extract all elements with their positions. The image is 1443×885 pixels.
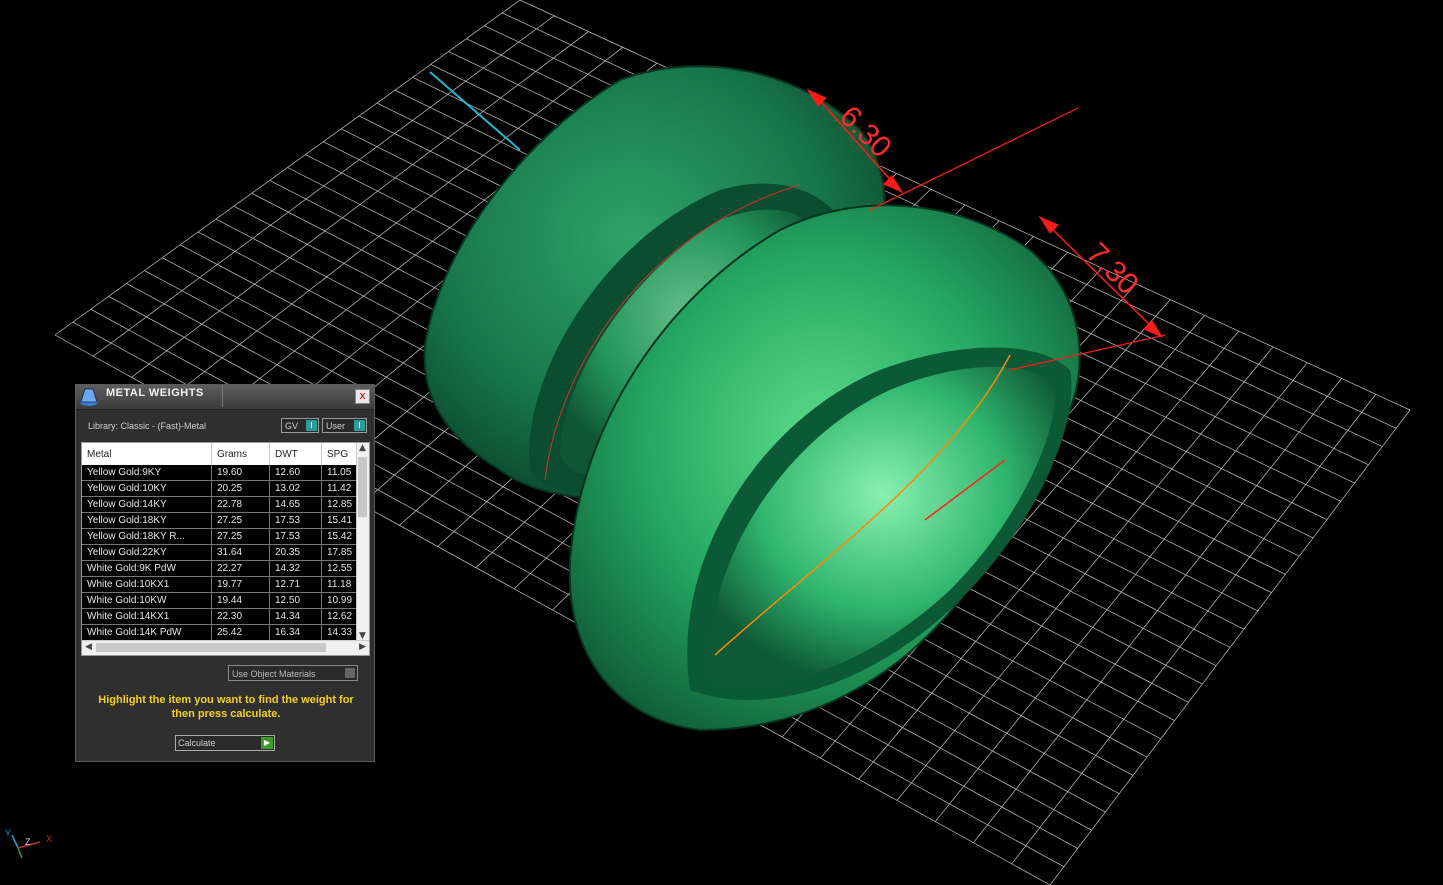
cell-metal: White Gold:14K PdW: [82, 624, 212, 641]
metal-weights-panel: METAL WEIGHTS x Library: Classic - (Fast…: [75, 384, 375, 762]
cell-grams: 27.25: [211, 528, 270, 545]
column-header-dwt[interactable]: DWT: [269, 443, 322, 465]
axis-label-y: Y: [5, 828, 11, 838]
scroll-left-icon[interactable]: ◀: [85, 642, 92, 652]
scroll-up-icon[interactable]: ▲: [359, 443, 366, 453]
user-toggle-icon: I: [354, 420, 365, 431]
dimension-label-2: 7.30: [1080, 237, 1145, 302]
cell-spg: 14.33: [321, 624, 358, 641]
cell-grams: 19.44: [211, 592, 270, 609]
cell-grams: 22.30: [211, 608, 270, 625]
cell-spg: 15.41: [321, 512, 358, 529]
checkbox-icon: [345, 668, 355, 678]
column-header-spg[interactable]: SPG: [321, 443, 358, 465]
cell-grams: 22.27: [211, 560, 270, 577]
cell-metal: Yellow Gold:18KY R...: [82, 528, 212, 545]
column-header-grams[interactable]: Grams: [211, 443, 270, 465]
axis-label-z: Z: [25, 837, 31, 847]
title-tab-divider: [222, 385, 367, 407]
metal-table[interactable]: Metal Grams DWT SPG Yellow Gold:9KY 19.60…: [81, 442, 370, 656]
cell-dwt: 17.53: [269, 512, 322, 529]
table-row[interactable]: Yellow Gold:10KY 20.25 13.02 11.42: [82, 480, 358, 497]
cell-spg: 17.85: [321, 544, 358, 561]
cell-metal: White Gold:10KW: [82, 592, 212, 609]
cell-grams: 27.25: [211, 512, 270, 529]
table-row[interactable]: White Gold:10KX1 19.77 12.71 11.18: [82, 576, 358, 593]
cell-dwt: 17.53: [269, 528, 322, 545]
table-row[interactable]: Yellow Gold:9KY 19.60 12.60 11.05: [82, 465, 358, 481]
horizontal-scroll-thumb[interactable]: [96, 643, 326, 652]
cell-grams: 31.64: [211, 544, 270, 561]
cell-dwt: 14.32: [269, 560, 322, 577]
cell-metal: Yellow Gold:22KY: [82, 544, 212, 561]
cell-spg: 15.42: [321, 528, 358, 545]
calculate-label: Calculate: [178, 738, 216, 748]
gv-label: GV: [285, 421, 299, 431]
cell-metal: White Gold:14KX1: [82, 608, 212, 625]
cell-dwt: 16.34: [269, 624, 322, 641]
close-button[interactable]: x: [355, 389, 370, 404]
cell-grams: 19.60: [211, 465, 270, 481]
cell-grams: 20.25: [211, 480, 270, 497]
gv-toggle-icon: I: [306, 420, 317, 431]
cyan-axis-line: [429, 71, 521, 151]
cell-grams: 25.42: [211, 624, 270, 641]
table-row[interactable]: White Gold:9K PdW 22.27 14.32 12.55: [82, 560, 358, 577]
axis-indicator: Y Z X: [5, 828, 52, 859]
play-icon: ▶: [261, 737, 273, 749]
user-label: User: [326, 421, 346, 431]
table-row[interactable]: Yellow Gold:22KY 31.64 20.35 17.85: [82, 544, 358, 561]
cell-spg: 11.05: [321, 465, 358, 481]
cell-metal: White Gold:9K PdW: [82, 560, 212, 577]
axis-label-x: X: [46, 834, 52, 844]
cell-dwt: 12.50: [269, 592, 322, 609]
cell-metal: Yellow Gold:18KY: [82, 512, 212, 529]
instruction-text: Highlight the item you want to find the …: [98, 694, 354, 720]
cell-grams: 22.78: [211, 496, 270, 513]
gv-button[interactable]: GV I: [281, 418, 319, 433]
cell-metal: Yellow Gold:14KY: [82, 496, 212, 513]
cell-spg: 12.55: [321, 560, 358, 577]
scroll-right-icon[interactable]: ▶: [359, 642, 366, 652]
cell-dwt: 12.60: [269, 465, 322, 481]
cell-spg: 11.42: [321, 480, 358, 497]
table-row[interactable]: White Gold:10KW 19.44 12.50 10.99: [82, 592, 358, 609]
panel-titlebar[interactable]: METAL WEIGHTS x: [76, 385, 374, 410]
cell-spg: 12.62: [321, 608, 358, 625]
cell-spg: 10.99: [321, 592, 358, 609]
table-row[interactable]: Yellow Gold:18KY R... 27.25 17.53 15.42: [82, 528, 358, 545]
cell-dwt: 20.35: [269, 544, 322, 561]
table-row[interactable]: Yellow Gold:14KY 22.78 14.65 12.85: [82, 496, 358, 513]
user-button[interactable]: User I: [322, 418, 367, 433]
table-header-row: Metal Grams DWT SPG: [82, 443, 358, 465]
library-label: Library: Classic - (Fast)-Metal: [88, 421, 207, 431]
cell-grams: 19.77: [211, 576, 270, 593]
use-object-materials-label: Use Object Materials: [232, 669, 316, 679]
cell-dwt: 13.02: [269, 480, 322, 497]
cell-dwt: 12.71: [269, 576, 322, 593]
cell-metal: Yellow Gold:9KY: [82, 465, 212, 481]
use-object-materials-toggle[interactable]: Use Object Materials: [228, 665, 358, 681]
table-row[interactable]: Yellow Gold:18KY 27.25 17.53 15.41: [82, 512, 358, 529]
cell-dwt: 14.34: [269, 608, 322, 625]
calculate-button[interactable]: Calculate ▶: [175, 735, 275, 751]
horizontal-scrollbar[interactable]: ◀ ▶: [82, 640, 369, 655]
cell-spg: 12.85: [321, 496, 358, 513]
cell-dwt: 14.65: [269, 496, 322, 513]
table-row[interactable]: White Gold:14K PdW 25.42 16.34 14.33: [82, 624, 358, 641]
flask-icon: [80, 388, 98, 406]
vertical-scrollbar[interactable]: ▲ ▼: [356, 443, 369, 641]
cell-metal: Yellow Gold:10KY: [82, 480, 212, 497]
table-row[interactable]: White Gold:14KX1 22.30 14.34 12.62: [82, 608, 358, 625]
cell-metal: White Gold:10KX1: [82, 576, 212, 593]
cell-spg: 11.18: [321, 576, 358, 593]
vertical-scroll-thumb[interactable]: [358, 457, 367, 517]
column-header-metal[interactable]: Metal: [82, 443, 212, 465]
panel-title: METAL WEIGHTS: [106, 387, 204, 399]
